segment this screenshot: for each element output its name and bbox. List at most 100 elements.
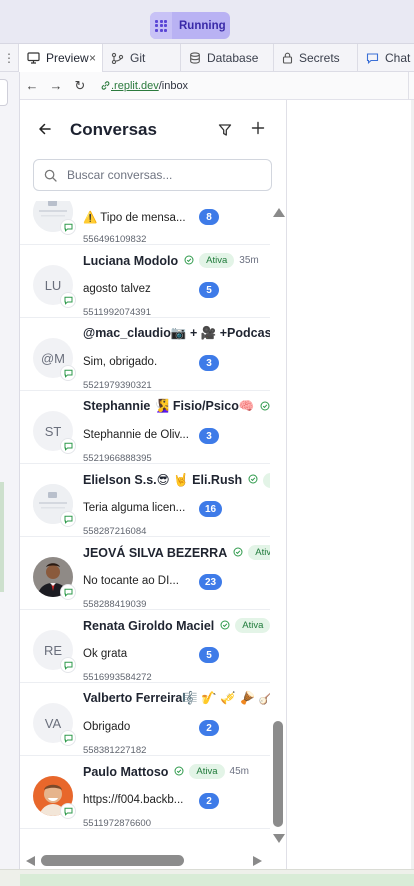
- whatsapp-channel-icon: [60, 292, 76, 308]
- contact-name: JEOVÁ SILVA BEZERRA Ativa: [83, 545, 270, 560]
- unread-count-badge: 23: [199, 574, 223, 590]
- contact-name-text: Luciana Modolo: [83, 253, 179, 268]
- check-circle-icon: [220, 619, 230, 633]
- scrollbar-thumb[interactable]: [273, 721, 283, 827]
- back-arrow-icon[interactable]: [38, 122, 52, 136]
- contact-name-text: Paulo Mattoso: [83, 764, 169, 779]
- inbox-header: Conversas: [20, 100, 286, 158]
- contact-name: Luciana Modolo Ativa 35m: [83, 253, 259, 268]
- contact-name: Elielson S.s.😎 🤘 Eli.Rush A: [83, 472, 270, 488]
- tab-chat[interactable]: Chat: [358, 44, 414, 72]
- whatsapp-channel-icon: [60, 803, 76, 819]
- tab-label: Git: [130, 51, 146, 65]
- scroll-left-arrow-icon[interactable]: [26, 856, 35, 866]
- reload-icon[interactable]: ↻: [68, 78, 92, 94]
- page-title: Conversas: [70, 120, 157, 139]
- last-message: No tocante ao DI...: [83, 575, 179, 587]
- status-strip: [20, 874, 414, 886]
- contact-name-text: Stephannie 🧏‍♀️ Fisio/Psico🧠: [83, 399, 255, 413]
- scroll-up-arrow-icon[interactable]: [273, 208, 285, 217]
- last-message: Sim, obrigado.: [83, 356, 158, 368]
- avatar-initials: RE: [43, 642, 63, 658]
- conversation-item[interactable]: ST Stephannie 🧏‍♀️ Fisio/Psico🧠 Stephannie…: [20, 391, 270, 464]
- run-button[interactable]: Running: [150, 12, 230, 39]
- unread-count-badge: 2: [199, 793, 219, 809]
- contact-name-text: Renata Giroldo Maciel: [83, 618, 215, 633]
- tab-preview[interactable]: Preview ×: [19, 44, 103, 72]
- conversation-item[interactable]: RE Renata Giroldo Maciel Ativa Ok grata 5 551…: [20, 610, 270, 683]
- contact-name-text: JEOVÁ SILVA BEZERRA: [83, 545, 228, 560]
- conversation-detail-pane: [287, 100, 414, 869]
- conversation-item[interactable]: Paulo Mattoso Ativa 45m https://f004.backb.…: [20, 756, 270, 829]
- status-badge: Ativa: [199, 253, 235, 268]
- scroll-down-arrow-icon[interactable]: [273, 834, 285, 843]
- check-circle-icon: [260, 400, 270, 414]
- contact-name-text: @mac_claudio📷 + 🎥 +Podcas: [83, 326, 270, 340]
- unread-count-badge: 2: [199, 720, 219, 736]
- conversation-item[interactable]: LU Luciana Modolo Ativa 35m agosto talvez 5 55…: [20, 245, 270, 318]
- check-circle-icon: [174, 765, 184, 779]
- search-icon: [44, 169, 57, 182]
- search-input[interactable]: [67, 168, 247, 182]
- unread-count-badge: 5: [199, 282, 219, 298]
- check-circle-icon: [184, 254, 194, 268]
- status-badge: A: [263, 472, 270, 488]
- unread-count-badge: 5: [199, 647, 219, 663]
- contact-phone: 5521979390321: [83, 380, 152, 391]
- tab-database[interactable]: Database: [181, 44, 274, 72]
- conversation-item[interactable]: @M @mac_claudio📷 + 🎥 +Podcas Sim, obrigado…: [20, 318, 270, 391]
- unread-count-badge: 16: [199, 501, 223, 517]
- close-icon[interactable]: ×: [89, 51, 96, 65]
- contact-name-text: Valberto Ferreira🎼 🎷 🎺 🪘 🪕: [83, 691, 270, 705]
- search-box[interactable]: [33, 159, 272, 191]
- back-arrow-icon[interactable]: ←: [20, 78, 44, 93]
- last-message: Teria alguma licen...: [83, 502, 186, 514]
- contact-name: Valberto Ferreira🎼 🎷 🎺 🪘 🪕: [83, 691, 270, 706]
- last-message: Obrigado: [83, 721, 131, 733]
- panel-input-edge[interactable]: [0, 79, 8, 106]
- contact-phone: 5511972876600: [83, 818, 151, 829]
- whatsapp-channel-icon: [60, 511, 76, 527]
- filter-icon[interactable]: [218, 123, 232, 137]
- unread-count-badge: 8: [199, 209, 219, 225]
- monitor-icon: [27, 52, 40, 64]
- last-activity-time: 35m: [239, 255, 259, 266]
- contact-phone: 558288419039: [83, 599, 147, 610]
- conversation-item[interactable]: VA Valberto Ferreira🎼 🎷 🎺 🪘 🪕 Obrigado 2 558…: [20, 683, 270, 756]
- last-message: Ok grata: [83, 648, 128, 660]
- whatsapp-channel-icon: [60, 584, 76, 600]
- scroll-right-arrow-icon[interactable]: [253, 856, 262, 866]
- conversation-item[interactable]: ⚠️ Tipo de mensa... 8 556496109832: [20, 201, 270, 245]
- panel-highlight: [0, 482, 4, 592]
- lock-icon: [282, 52, 293, 64]
- conversation-item[interactable]: Elielson S.s.😎 🤘 Eli.Rush A Teria alguma l…: [20, 464, 270, 537]
- bottom-strip: [0, 869, 414, 886]
- vertical-scrollbar[interactable]: [270, 201, 286, 853]
- check-circle-icon: [233, 546, 243, 560]
- horizontal-scrollbar[interactable]: [20, 853, 286, 869]
- git-branch-icon: [111, 52, 124, 64]
- contact-phone: 556496109832: [83, 234, 147, 245]
- scrollbar-thumb[interactable]: [41, 855, 184, 866]
- url-field[interactable]: .replit.dev/inbox: [100, 80, 188, 92]
- contact-phone: 5521966888395: [83, 453, 152, 464]
- plus-icon[interactable]: [251, 121, 265, 135]
- forward-arrow-icon[interactable]: →: [44, 78, 68, 93]
- check-circle-icon: [248, 473, 258, 487]
- tab-secrets[interactable]: Secrets: [274, 44, 358, 72]
- last-message: Stephannie de Oliv...: [83, 429, 189, 441]
- conversation-item[interactable]: JEOVÁ SILVA BEZERRA Ativa No tocante ao DI…: [20, 537, 270, 610]
- tab-git[interactable]: Git: [103, 44, 181, 72]
- more-icon[interactable]: ⋮: [0, 44, 19, 72]
- last-message: https://f004.backb...: [83, 794, 184, 806]
- chat-bubble-icon: [366, 53, 379, 64]
- tab-label: Chat: [385, 51, 411, 65]
- last-message: ⚠️ Tipo de mensa...: [83, 212, 186, 224]
- left-panel-edge: [0, 72, 20, 886]
- contact-phone: 5511992074391: [83, 307, 151, 318]
- contact-name: Stephannie 🧏‍♀️ Fisio/Psico🧠: [83, 399, 270, 414]
- whatsapp-channel-icon: [60, 657, 76, 673]
- status-badge: Ativa: [235, 618, 270, 633]
- avatar-initials: VA: [44, 715, 62, 731]
- contact-name: Paulo Mattoso Ativa 45m: [83, 764, 249, 779]
